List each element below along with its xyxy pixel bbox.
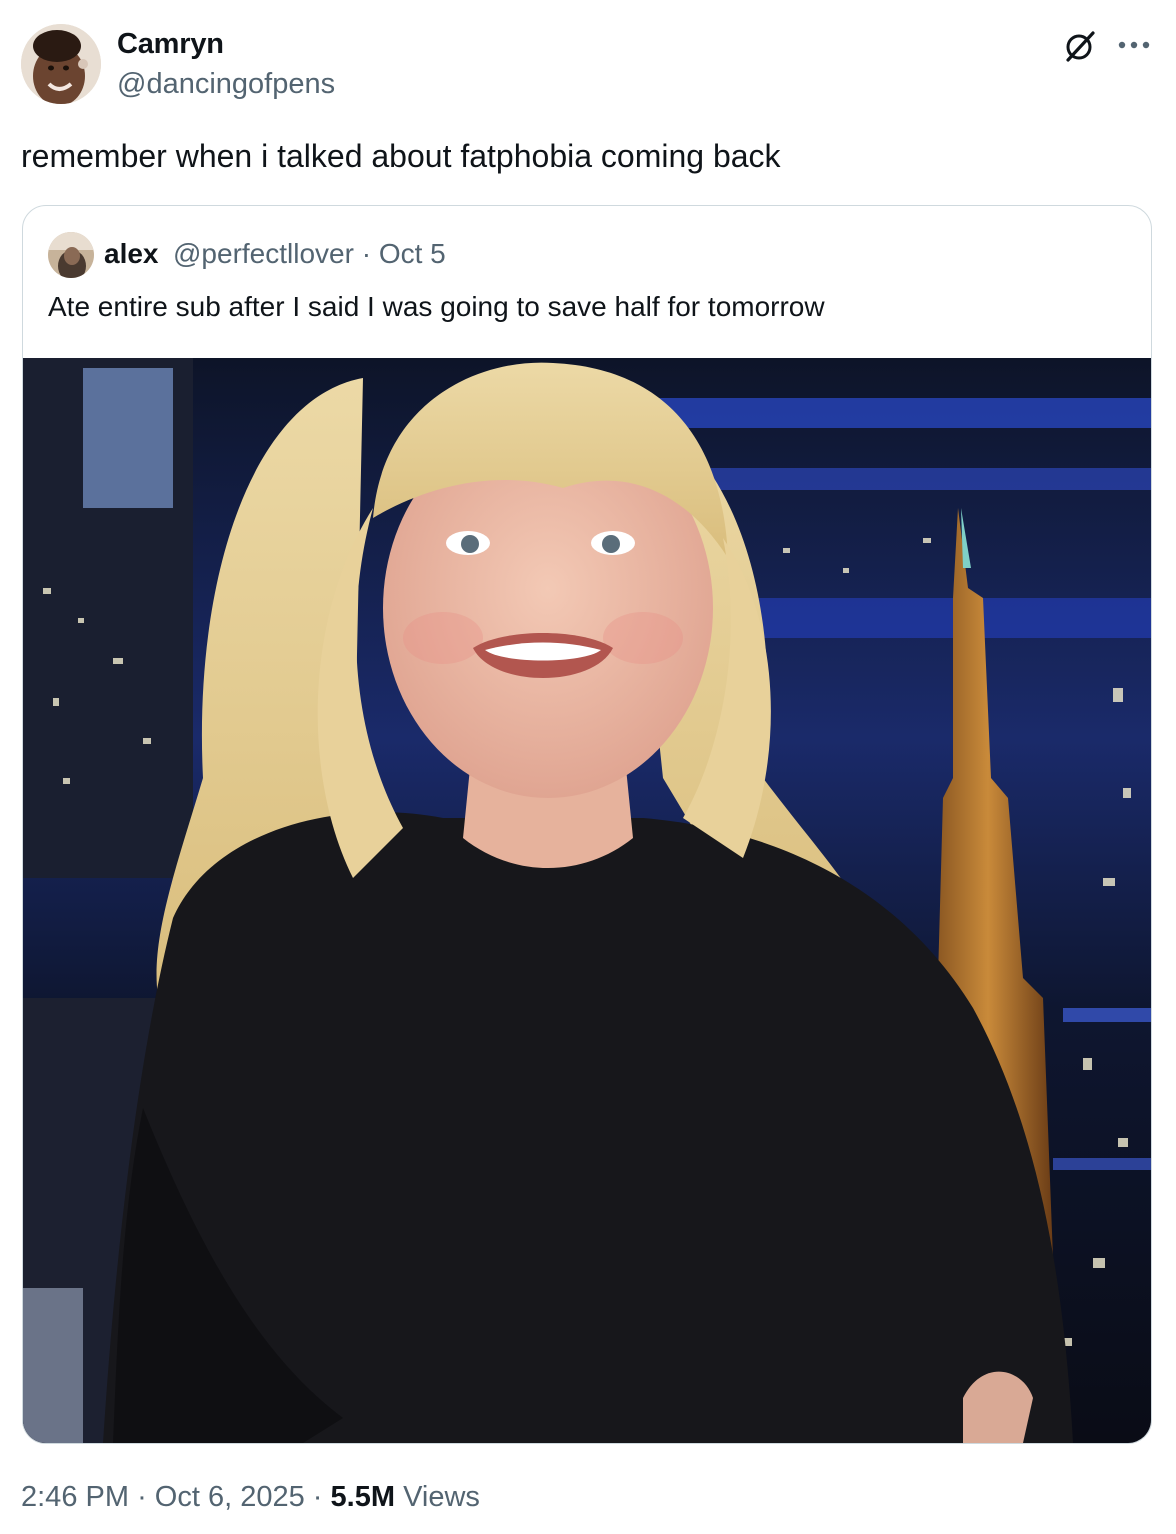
tweet-date[interactable]: Oct 6, 2025 — [155, 1481, 305, 1513]
more-options-icon[interactable] — [1116, 30, 1152, 60]
author-handle[interactable]: @dancingofpens — [117, 66, 335, 102]
quoted-tweet-text: Ate entire sub after I said I was going … — [48, 291, 825, 322]
tweet-text: remember when i talked about fatphobia c… — [21, 138, 781, 174]
grok-icon[interactable] — [1062, 28, 1098, 64]
quoted-meta: @perfectllover · Oct 5 — [173, 237, 446, 271]
quoted-tweet-card[interactable]: alex @perfectllover · Oct 5 Ate entire s… — [22, 205, 1152, 1444]
quoted-author-avatar[interactable] — [48, 232, 94, 278]
tweet-footer: 2:46 PM · Oct 6, 2025 · 5.5M Views — [21, 1477, 480, 1517]
quoted-date[interactable]: Oct 5 — [379, 238, 446, 269]
views-label: Views — [403, 1481, 480, 1513]
quoted-media-photo[interactable] — [23, 358, 1151, 1443]
tweet-time[interactable]: 2:46 PM — [21, 1481, 129, 1513]
footer-separator: · — [312, 1481, 323, 1513]
author-avatar[interactable] — [21, 24, 101, 104]
views-count: 5.5M — [330, 1481, 396, 1513]
footer-separator: · — [137, 1481, 147, 1513]
meta-separator: · — [361, 238, 372, 269]
quoted-author-display-name[interactable]: alex — [104, 237, 159, 271]
quoted-author-handle[interactable]: @perfectllover — [173, 238, 354, 269]
author-display-name[interactable]: Camryn — [117, 26, 224, 62]
